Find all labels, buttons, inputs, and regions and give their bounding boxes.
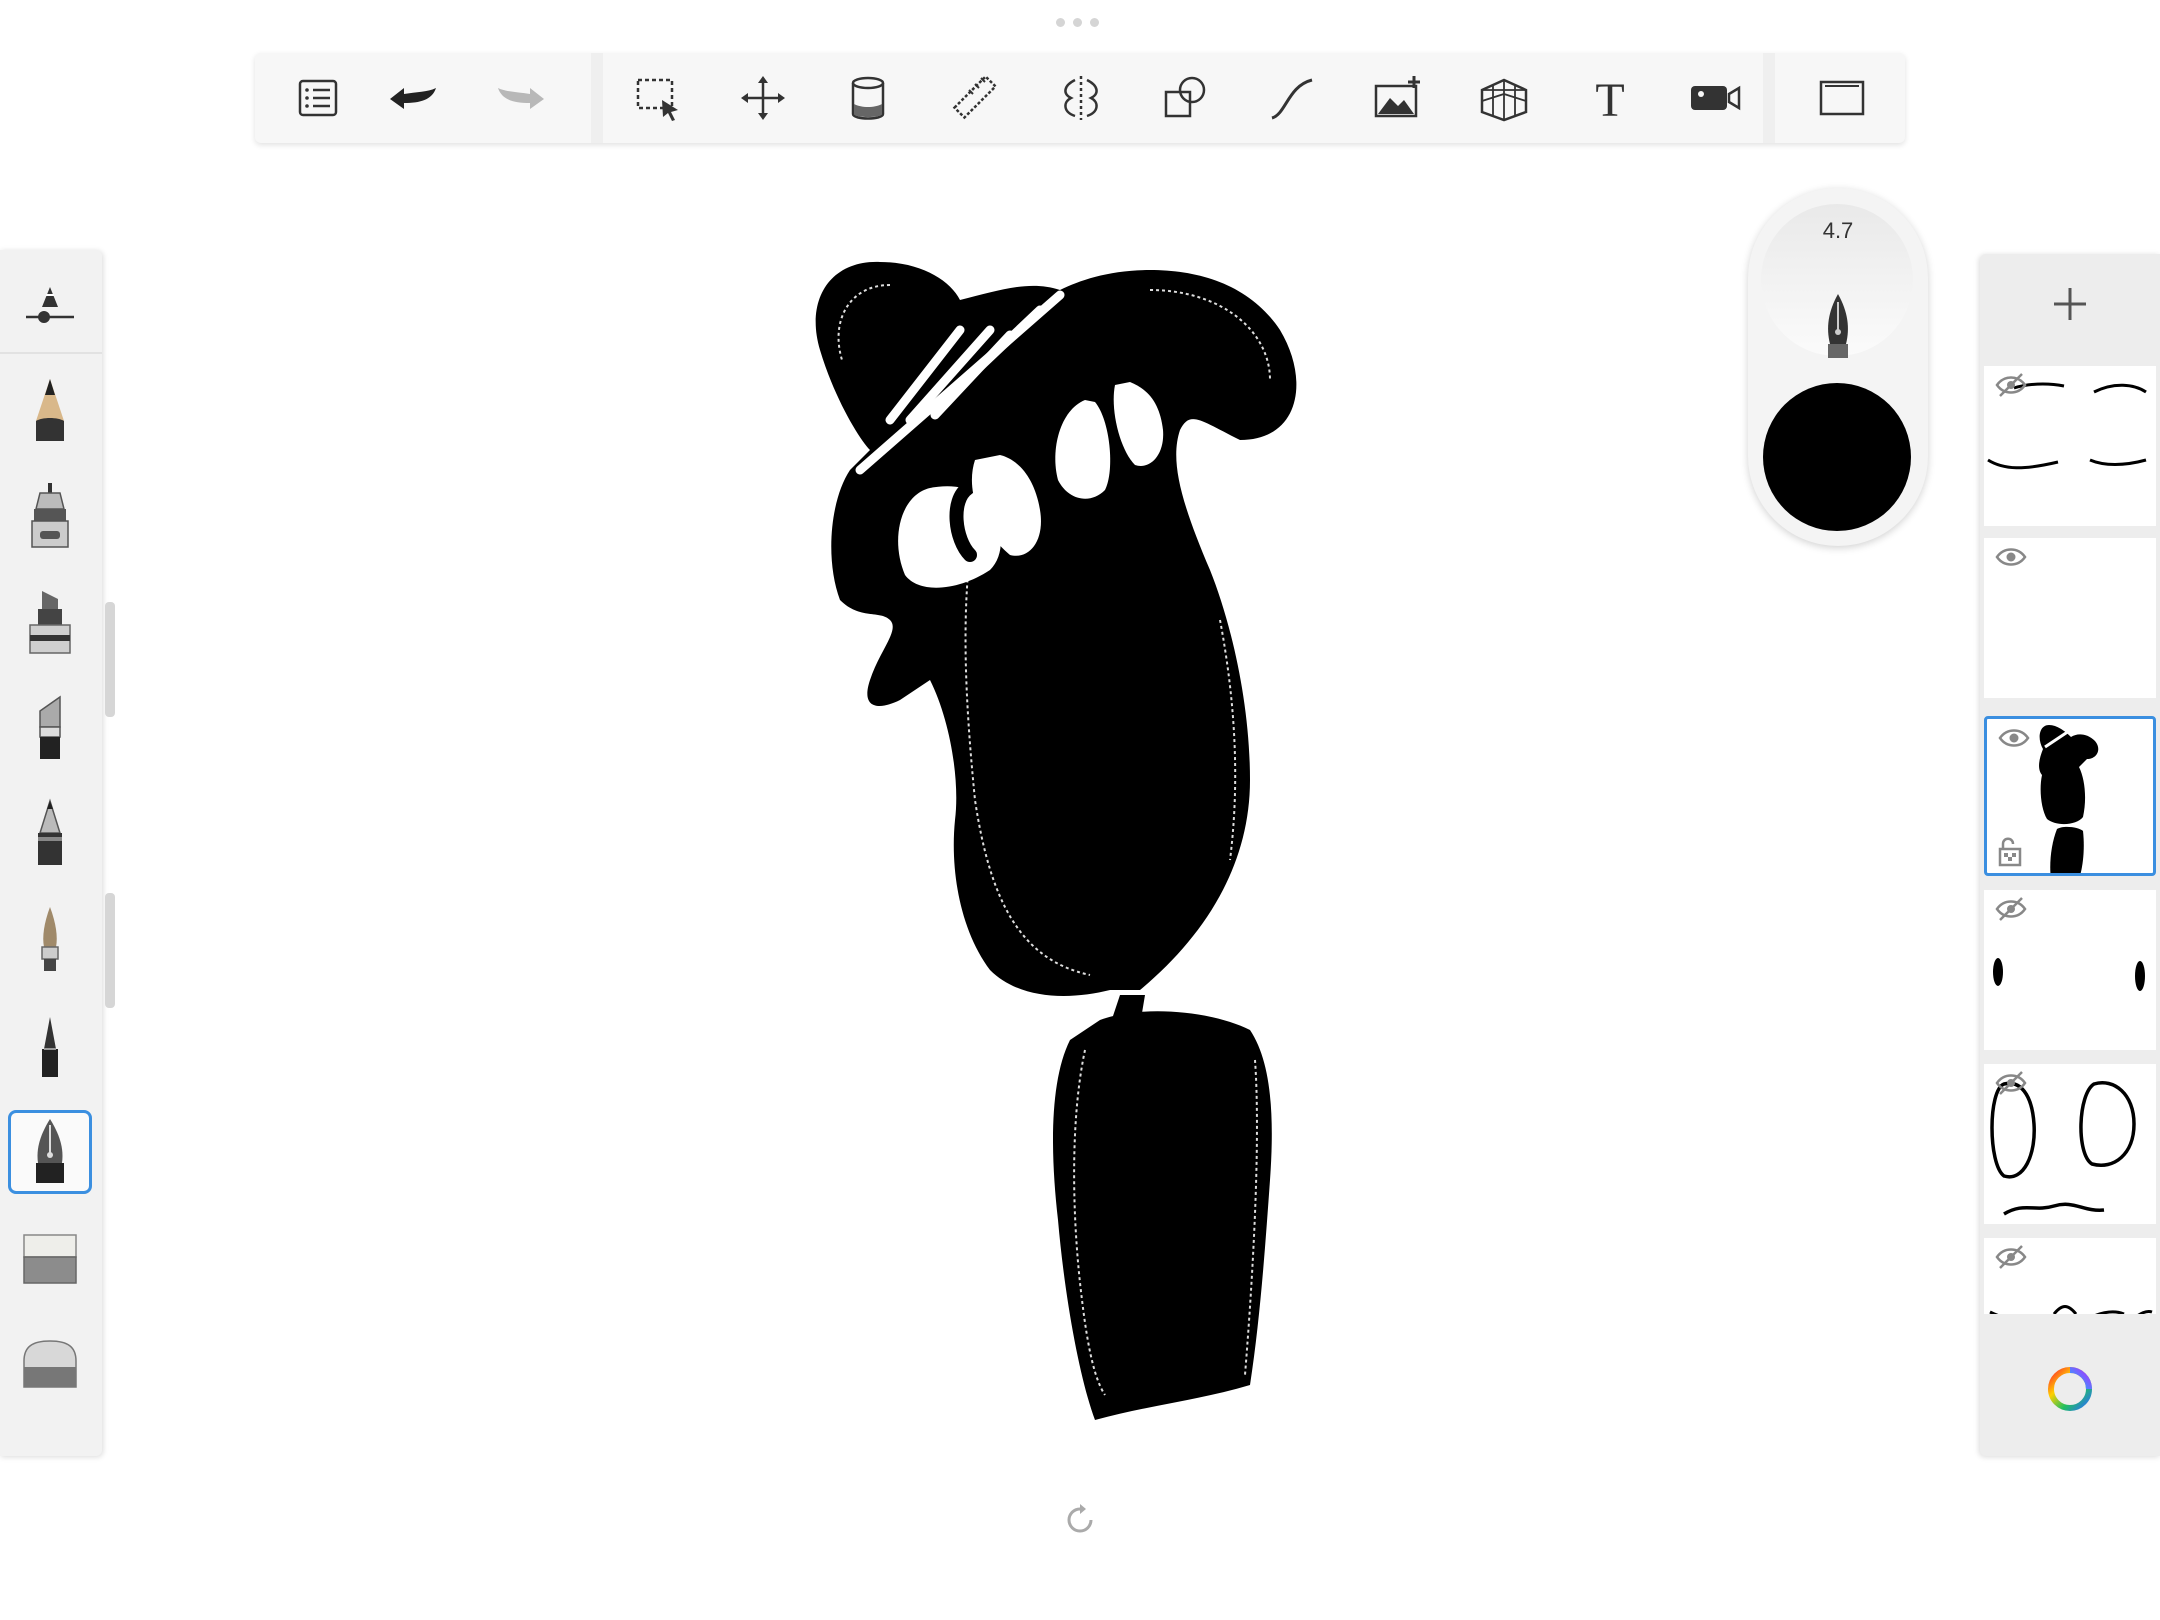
brush-panel-scroll-tab[interactable] (105, 602, 115, 717)
plus-icon (2054, 288, 2086, 320)
chisel-marker-icon (39, 695, 61, 759)
fill-icon (851, 76, 885, 120)
layer-thumbnail-2[interactable] (1984, 538, 2156, 698)
image-add-icon (1374, 76, 1420, 118)
perspective-button[interactable] (1469, 63, 1539, 133)
eye-icon[interactable] (1997, 725, 2031, 751)
color-wheel-icon (2048, 1367, 2092, 1411)
symmetry-button[interactable] (1046, 63, 1116, 133)
hard-eraser-icon (23, 1340, 77, 1388)
fountain-pen-icon (36, 1119, 64, 1183)
brush-technical-pen[interactable] (8, 474, 92, 558)
shapes-icon (1164, 76, 1206, 118)
brush-ballpoint-pen[interactable] (8, 792, 92, 876)
eye-hidden-icon[interactable] (1994, 1244, 2028, 1270)
brush-hard-eraser[interactable] (8, 1322, 92, 1406)
text-button[interactable]: T (1575, 63, 1645, 133)
brush-fine-liner[interactable] (8, 1004, 92, 1088)
text-icon: T (1595, 74, 1624, 124)
technical-pen-icon (31, 483, 69, 548)
opacity-slider-tab[interactable] (105, 893, 115, 1008)
eye-hidden-icon[interactable] (1994, 372, 2028, 398)
undo-button[interactable] (377, 63, 447, 133)
undo-icon (390, 88, 436, 109)
shapes-button[interactable] (1151, 63, 1221, 133)
drawing-body (1053, 1011, 1272, 1420)
brush-size-value: 4.7 (1822, 218, 1854, 243)
soft-eraser-icon (23, 1234, 77, 1284)
brush-fountain-pen[interactable] (8, 1110, 92, 1194)
toolbar-separator (1763, 53, 1775, 143)
eye-icon[interactable] (1994, 544, 2028, 570)
color-picker-button[interactable] (1980, 1326, 2160, 1452)
perspective-icon (1480, 78, 1528, 122)
transform-button[interactable] (728, 63, 798, 133)
ruler-icon (952, 74, 998, 120)
paint-brush-icon (41, 907, 59, 971)
ruler-button[interactable] (940, 63, 1010, 133)
curve-icon (1271, 78, 1313, 120)
brush-pencil[interactable] (8, 368, 92, 452)
record-icon (1691, 85, 1741, 111)
fine-liner-icon (42, 1017, 58, 1077)
current-color-swatch[interactable] (1763, 383, 1911, 531)
brush-panel (0, 250, 102, 1456)
add-layer-button[interactable] (1980, 254, 2160, 354)
panel-separator (0, 352, 102, 354)
selection-button[interactable] (623, 63, 693, 133)
brush-settings-icon (26, 287, 74, 323)
curve-button[interactable] (1257, 63, 1327, 133)
top-toolbar: T (255, 53, 1905, 143)
fountain-pen-nib-icon (1828, 294, 1848, 358)
layer-thumbnail-4[interactable] (1984, 890, 2156, 1050)
brush-marker[interactable] (8, 580, 92, 664)
brush-chisel-marker[interactable] (8, 686, 92, 770)
brush-soft-eraser[interactable] (8, 1216, 92, 1300)
list-button[interactable] (283, 63, 353, 133)
layer-thumbnail-6[interactable] (1984, 1238, 2156, 1314)
brush-settings-button[interactable] (8, 262, 92, 346)
alpha-lock-icon[interactable] (1997, 835, 2023, 867)
toolbar-separator (591, 53, 603, 143)
pencil-icon (36, 379, 64, 441)
layer-thumbnail-1[interactable] (1984, 366, 2156, 526)
fullscreen-button[interactable] (1807, 63, 1877, 133)
eye-hidden-icon[interactable] (1994, 1070, 2028, 1096)
brush-paint-brush[interactable] (8, 898, 92, 982)
redo-button[interactable] (487, 63, 557, 133)
layer-thumbnail-5[interactable] (1984, 1064, 2156, 1224)
eye-hidden-icon[interactable] (1994, 896, 2028, 922)
refresh-icon[interactable] (1063, 1503, 1097, 1537)
marker-icon (29, 591, 71, 654)
record-button[interactable] (1680, 63, 1750, 133)
ballpoint-pen-icon (38, 798, 62, 865)
layer-thumbnail-3[interactable] (1984, 716, 2156, 876)
transform-icon (741, 76, 785, 120)
layers-panel (1980, 254, 2160, 1456)
drawing-head (815, 261, 1297, 996)
redo-icon (498, 88, 544, 109)
fullscreen-icon (1819, 80, 1865, 116)
symmetry-icon (1064, 76, 1098, 120)
brush-puck[interactable]: 4.7 (1748, 188, 1928, 546)
list-icon (298, 79, 338, 117)
image-add-button[interactable] (1363, 63, 1433, 133)
selection-icon (636, 78, 678, 121)
fill-button[interactable] (833, 63, 903, 133)
text-tool-glyph: T (1595, 74, 1624, 124)
character-drawing (815, 261, 1297, 1420)
